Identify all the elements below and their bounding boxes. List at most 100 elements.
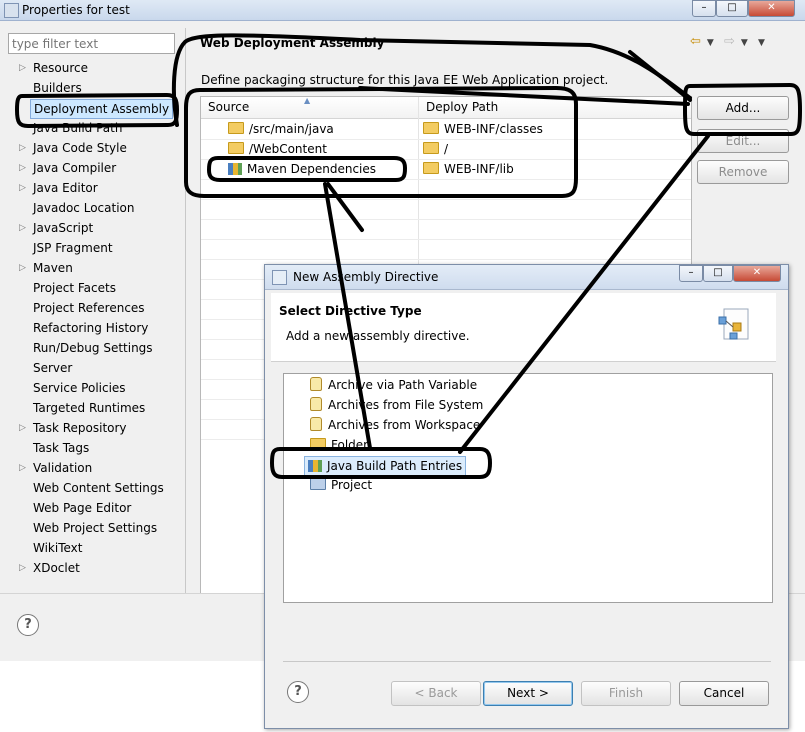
expand-chevron-icon[interactable]: ▷ <box>19 559 26 577</box>
view-menu-chevron-icon[interactable]: ▼ <box>758 38 765 48</box>
table-row[interactable]: /src/main/java WEB-INF/classes <box>201 119 691 140</box>
tree-item-label: WikiText <box>33 541 83 555</box>
tree-item-label: Project Facets <box>33 281 116 295</box>
tree-item[interactable]: JSP Fragment <box>33 239 113 257</box>
source-cell: Maven Dependencies <box>228 159 376 179</box>
tree-item[interactable]: Service Policies <box>33 379 126 397</box>
close-button[interactable]: ✕ <box>748 0 795 17</box>
back-menu-chevron-icon[interactable]: ▼ <box>707 38 714 48</box>
tree-item[interactable]: Server <box>33 359 72 377</box>
tree-item[interactable]: ▷ Validation <box>19 459 92 477</box>
library-icon <box>228 163 242 175</box>
tree-item[interactable]: Builders <box>33 79 82 97</box>
dialog-close-button[interactable]: ✕ <box>733 265 781 282</box>
table-row[interactable] <box>201 239 691 260</box>
table-row[interactable] <box>201 179 691 200</box>
table-row[interactable] <box>201 219 691 240</box>
tree-item-label: Maven <box>33 261 73 275</box>
expand-chevron-icon[interactable]: ▷ <box>19 179 26 197</box>
folder-icon <box>310 438 326 450</box>
remove-button[interactable]: Remove <box>697 160 789 184</box>
expand-chevron-icon[interactable]: ▷ <box>19 59 26 77</box>
deploy-path-cell: WEB-INF/lib <box>423 159 514 179</box>
filter-input[interactable] <box>9 34 175 53</box>
directive-list-item[interactable]: Folder <box>310 436 368 454</box>
expand-chevron-icon[interactable]: ▷ <box>19 419 26 437</box>
next-button[interactable]: Next > <box>483 681 573 706</box>
expand-chevron-icon[interactable]: ▷ <box>19 219 26 237</box>
project-icon <box>310 478 326 490</box>
directive-list-item[interactable]: Archives from Workspace <box>310 416 480 434</box>
tree-item[interactable]: Refactoring History <box>33 319 148 337</box>
directive-list-item[interactable]: Java Build Path Entries <box>304 456 467 476</box>
help-icon[interactable]: ? <box>17 614 39 636</box>
maximize-button[interactable]: □ <box>716 0 748 17</box>
directive-list-item[interactable]: Archives from File System <box>310 396 483 414</box>
tree-item-label: JSP Fragment <box>33 241 113 255</box>
expand-chevron-icon[interactable]: ▷ <box>19 459 26 477</box>
source-label: /WebContent <box>249 142 327 156</box>
tree-item[interactable]: Javadoc Location <box>33 199 134 217</box>
tree-item[interactable]: ▷ Java Editor <box>19 179 98 197</box>
edit-button[interactable]: Edit... <box>697 129 789 153</box>
tree-item[interactable]: WikiText <box>33 539 83 557</box>
dialog-separator <box>283 661 771 662</box>
tree-item[interactable]: Run/Debug Settings <box>33 339 153 357</box>
page-title: Web Deployment Assembly <box>200 36 385 50</box>
column-header-source[interactable]: Source ▲ <box>201 97 419 119</box>
tree-item[interactable]: Task Tags <box>33 439 89 457</box>
tree-item[interactable]: Deployment Assembly <box>30 99 174 119</box>
directive-type-list: Archive via Path Variable Archives from F… <box>283 373 773 603</box>
sash-divider[interactable] <box>185 28 186 593</box>
dialog-maximize-button[interactable]: □ <box>703 265 733 282</box>
expand-chevron-icon[interactable]: ▷ <box>19 159 26 177</box>
tree-item-label: XDoclet <box>33 561 80 575</box>
window-titlebar: Properties for test – □ ✕ <box>0 0 805 21</box>
new-assembly-directive-dialog: New Assembly Directive – □ ✕ Select Dire… <box>264 264 789 729</box>
deploy-path-label: WEB-INF/lib <box>444 162 514 176</box>
tree-item[interactable]: Web Page Editor <box>33 499 131 517</box>
tree-item-label: Server <box>33 361 73 375</box>
tree-item[interactable]: ▷ Java Compiler <box>19 159 116 177</box>
folder-icon <box>423 142 439 154</box>
tree-item[interactable]: Java Build Path <box>33 119 122 137</box>
tree-item[interactable]: Project Facets <box>33 279 116 297</box>
tree-item[interactable]: ▷ Java Code Style <box>19 139 127 157</box>
expand-chevron-icon[interactable]: ▷ <box>19 139 26 157</box>
forward-menu-chevron-icon[interactable]: ▼ <box>741 38 748 48</box>
tree-item[interactable]: ▷ Task Repository <box>19 419 127 437</box>
tree-item[interactable]: Web Project Settings <box>33 519 157 537</box>
directive-list-item-label: Archive via Path Variable <box>328 378 478 392</box>
back-button[interactable]: < Back <box>391 681 481 706</box>
directive-list-item[interactable]: Project <box>310 476 372 494</box>
jar-icon <box>310 377 322 391</box>
table-row[interactable]: Maven Dependencies WEB-INF/lib <box>201 159 691 180</box>
tree-item[interactable]: ▷ Resource <box>19 59 89 77</box>
folder-icon <box>423 122 439 134</box>
tree-item[interactable]: Web Content Settings <box>33 479 164 497</box>
back-arrow-icon[interactable]: ⇦ <box>690 34 701 49</box>
tree-item-label: Deployment Assembly <box>34 102 170 116</box>
tree-item[interactable]: Project References <box>33 299 145 317</box>
forward-arrow-icon[interactable]: ⇨ <box>724 34 735 49</box>
dialog-minimize-button[interactable]: – <box>679 265 703 282</box>
folder-icon <box>423 162 439 174</box>
tree-item[interactable]: Targeted Runtimes <box>33 399 145 417</box>
dialog-window-icon <box>272 270 287 285</box>
finish-button[interactable]: Finish <box>581 681 671 706</box>
directive-list-item[interactable]: Archive via Path Variable <box>310 376 477 394</box>
table-row[interactable] <box>201 199 691 220</box>
tree-item[interactable]: ▷ Maven <box>19 259 73 277</box>
filter-box[interactable] <box>8 33 175 54</box>
table-row[interactable]: /WebContent / <box>201 139 691 160</box>
add-button[interactable]: Add... <box>697 96 789 120</box>
tree-item[interactable]: ▷ XDoclet <box>19 559 80 577</box>
tree-item[interactable]: ▷ JavaScript <box>19 219 93 237</box>
dialog-help-icon[interactable]: ? <box>287 681 309 703</box>
tree-item-label: Resource <box>33 61 89 75</box>
column-header-deploy-path[interactable]: Deploy Path <box>419 97 691 119</box>
tree-item-label: Web Page Editor <box>33 501 132 515</box>
minimize-button[interactable]: – <box>692 0 716 17</box>
expand-chevron-icon[interactable]: ▷ <box>19 259 26 277</box>
cancel-button[interactable]: Cancel <box>679 681 769 706</box>
